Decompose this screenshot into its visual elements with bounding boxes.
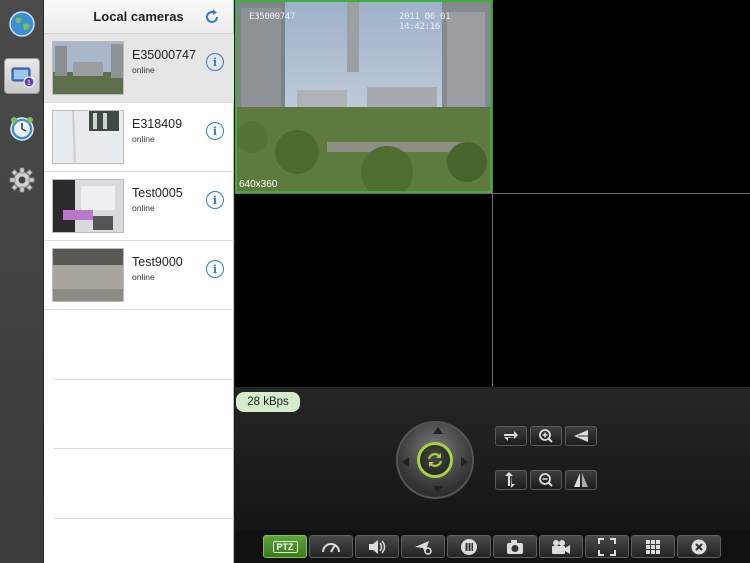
osd-timestamp: 2011 06 01 14:42:16: [399, 12, 451, 32]
speedometer-icon[interactable]: [309, 535, 353, 558]
close-icon[interactable]: [677, 535, 721, 558]
pan-horizontal-icon[interactable]: [495, 426, 527, 446]
down-arrow-icon[interactable]: [433, 486, 443, 493]
svg-text:1: 1: [27, 80, 31, 87]
nav-rail: 1: [0, 0, 44, 563]
camera-row[interactable]: E318409 online i: [44, 103, 234, 172]
camera-name: E35000747: [132, 48, 196, 62]
camera-status: online: [132, 134, 155, 144]
camera-row[interactable]: Test0005 online i: [44, 172, 234, 241]
camera-status: online: [132, 65, 155, 75]
pan-vertical-icon[interactable]: [495, 470, 527, 490]
flip-horizontal-icon[interactable]: [565, 426, 597, 446]
speaker-icon[interactable]: [355, 535, 399, 558]
grid-layout-icon[interactable]: [631, 535, 675, 558]
camera-thumbnail: [52, 41, 124, 95]
video-cell-empty[interactable]: [493, 0, 750, 193]
list-separator: [54, 448, 234, 449]
resolution-label: 640x360: [239, 179, 278, 190]
bitrate-badge: 28 kBps: [236, 392, 300, 412]
list-separator: [54, 518, 234, 519]
zoom-out-icon[interactable]: [530, 470, 562, 490]
camera-thumbnail: [52, 248, 124, 302]
camera-name: Test0005: [132, 186, 183, 200]
cameras-tab-icon[interactable]: 1: [4, 58, 40, 94]
camera-thumbnail: [52, 179, 124, 233]
video-grid: E35000747 2011 06 01 14:42:16 640x360: [235, 0, 750, 387]
list-header: Local cameras: [44, 0, 233, 34]
camera-row[interactable]: Test9000 online i: [44, 241, 234, 310]
up-arrow-icon[interactable]: [433, 427, 443, 434]
video-record-icon[interactable]: [539, 535, 583, 558]
camera-name: E318409: [132, 117, 183, 131]
info-icon[interactable]: i: [206, 260, 224, 278]
osd-camera-id: E35000747: [249, 12, 296, 22]
video-cell-empty[interactable]: [235, 194, 492, 387]
camera-row[interactable]: E35000747 online i: [44, 34, 234, 103]
globe-icon[interactable]: [4, 6, 40, 42]
zoom-in-icon[interactable]: [530, 426, 562, 446]
ptz-button[interactable]: PTZ: [263, 535, 307, 558]
camera-status: online: [132, 272, 155, 282]
camera-snapshot-icon[interactable]: [493, 535, 537, 558]
camera-status: online: [132, 203, 155, 213]
camera-thumbnail: [52, 110, 124, 164]
refresh-icon[interactable]: [203, 8, 221, 26]
camera-name: Test9000: [132, 255, 183, 269]
fullscreen-icon[interactable]: [585, 535, 629, 558]
list-title: Local cameras: [93, 9, 184, 24]
pause-icon[interactable]: [447, 535, 491, 558]
ptz-joystick[interactable]: [396, 421, 474, 499]
camera-list-panel: Local cameras E35000747 online i E318409…: [44, 0, 234, 563]
right-arrow-icon[interactable]: [461, 457, 468, 467]
list-separator: [54, 379, 234, 380]
video-cell-active[interactable]: E35000747 2011 06 01 14:42:16 640x360: [235, 0, 492, 198]
info-icon[interactable]: i: [206, 122, 224, 140]
rotate-icon[interactable]: [417, 442, 453, 478]
alarm-clock-icon[interactable]: [4, 110, 40, 146]
microphone-settings-icon[interactable]: [401, 535, 445, 558]
flip-vertical-icon[interactable]: [565, 470, 597, 490]
left-arrow-icon[interactable]: [402, 457, 409, 467]
info-icon[interactable]: i: [206, 191, 224, 209]
info-icon[interactable]: i: [206, 53, 224, 71]
video-cell-empty[interactable]: [493, 194, 750, 387]
ptz-label: PTZ: [272, 540, 298, 553]
gear-icon[interactable]: [4, 162, 40, 198]
